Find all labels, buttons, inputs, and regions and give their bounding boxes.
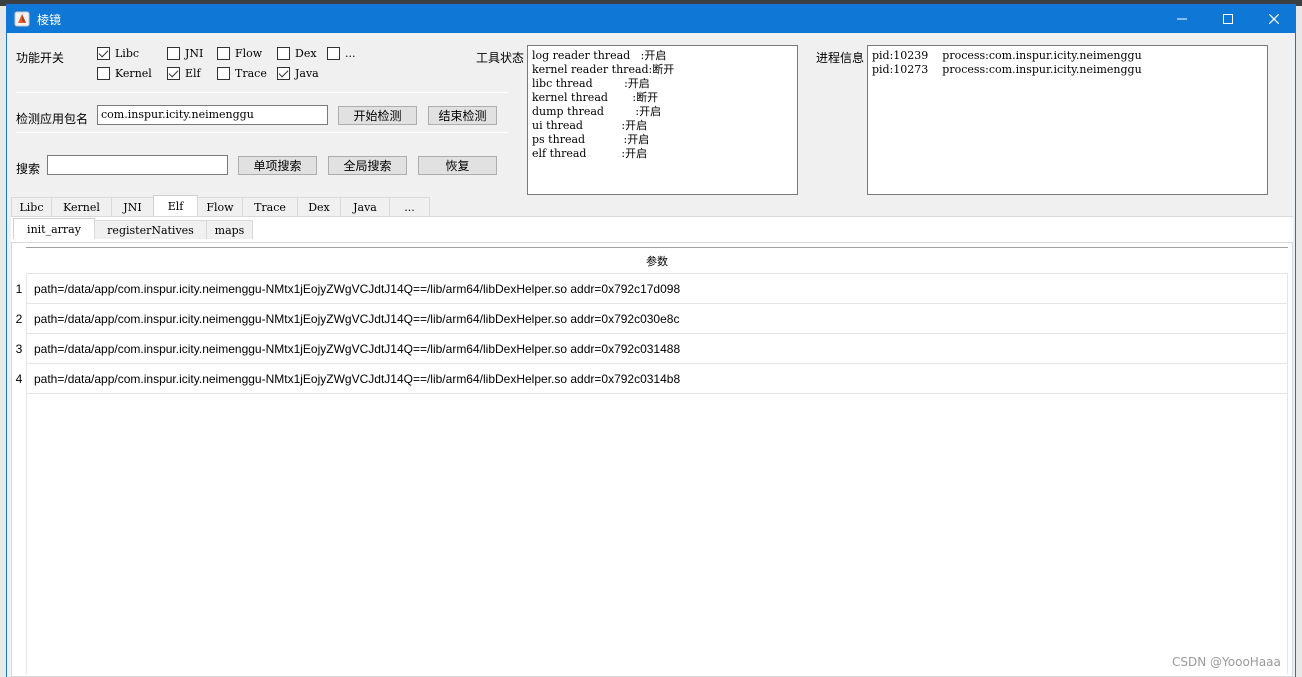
checkbox-box xyxy=(327,46,340,60)
process-line: pid:10239 process:com.inspur.icity.neime… xyxy=(872,49,1142,62)
maximize-button[interactable] xyxy=(1205,5,1251,33)
checkbox-box xyxy=(167,46,180,60)
tool-status-box[interactable]: log reader thread :开启 kernel reader threa… xyxy=(527,45,798,195)
main-tab-bar: Libc Kernel JNI Elf Flow Trace Dex Java … xyxy=(11,195,430,216)
feature-switch-label: 功能开关 xyxy=(16,51,65,65)
single-search-button[interactable]: 单项搜索 xyxy=(238,156,317,175)
watermark: CSDN @YoooHaaa xyxy=(1172,655,1281,669)
title-bar[interactable]: 棱镜 xyxy=(7,5,1295,33)
column-header-params[interactable]: 参数 xyxy=(26,247,1288,274)
tab-trace[interactable]: Trace xyxy=(242,197,298,216)
checkbox-box xyxy=(97,66,110,80)
checkbox-java[interactable]: Java xyxy=(277,65,319,81)
maximize-icon xyxy=(1223,14,1233,24)
tab-dex[interactable]: Dex xyxy=(297,197,341,216)
checkbox-box xyxy=(167,66,180,80)
minimize-icon xyxy=(1177,18,1187,20)
detect-package-label: 检测应用包名 xyxy=(16,112,89,126)
start-detect-button[interactable]: 开始检测 xyxy=(338,106,417,125)
app-logo-icon xyxy=(14,11,30,27)
tool-status-label: 工具状态 xyxy=(476,51,525,65)
status-line: kernel thread :断开 xyxy=(532,91,659,104)
row-number: 3 xyxy=(15,342,23,356)
checkbox-box xyxy=(277,46,290,60)
checkbox-libc[interactable]: Libc xyxy=(97,45,139,61)
row-number: 2 xyxy=(15,312,23,326)
tab-init-array[interactable]: init_array xyxy=(13,218,95,239)
checkbox-label: ... xyxy=(345,46,356,60)
tab-libc[interactable]: Libc xyxy=(11,197,52,216)
tab-kernel[interactable]: Kernel xyxy=(51,197,112,216)
status-line: ps thread :开启 xyxy=(532,133,650,146)
table-row[interactable]: path=/data/app/com.inspur.icity.neimengg… xyxy=(26,304,1288,334)
tab-elf[interactable]: Elf xyxy=(153,195,198,216)
tab-flow[interactable]: Flow xyxy=(197,197,243,216)
checkbox-more[interactable]: ... xyxy=(327,45,356,61)
checkbox-label: Kernel xyxy=(115,66,152,80)
minimize-button[interactable] xyxy=(1159,5,1205,33)
search-input[interactable] xyxy=(47,155,228,175)
tab-maps[interactable]: maps xyxy=(206,220,253,239)
checkbox-label: Elf xyxy=(185,66,201,80)
checkbox-elf[interactable]: Elf xyxy=(167,65,201,81)
checkbox-trace[interactable]: Trace xyxy=(217,65,267,81)
tab-jni[interactable]: JNI xyxy=(111,197,154,216)
main-content: 功能开关 Libc JNI Flow Dex ... Kernel Elf Tr… xyxy=(7,33,1295,677)
checkbox-box xyxy=(97,46,110,60)
checkbox-box xyxy=(217,46,230,60)
sub-tab-bar: init_array registerNatives maps xyxy=(13,218,253,239)
row-number: 4 xyxy=(15,372,23,386)
table-row[interactable]: path=/data/app/com.inspur.icity.neimengg… xyxy=(26,334,1288,364)
package-name-input[interactable]: com.inspur.icity.neimenggu xyxy=(97,105,328,125)
global-search-button[interactable]: 全局搜索 xyxy=(328,156,407,175)
checkbox-jni[interactable]: JNI xyxy=(167,45,203,61)
status-line: kernel reader thread:断开 xyxy=(532,63,675,76)
checkbox-kernel[interactable]: Kernel xyxy=(97,65,152,81)
checkbox-label: JNI xyxy=(185,46,204,60)
checkbox-box xyxy=(217,66,230,80)
checkbox-dex[interactable]: Dex xyxy=(277,45,317,61)
process-info-box[interactable]: pid:10239 process:com.inspur.icity.neime… xyxy=(867,45,1268,195)
close-button[interactable] xyxy=(1251,5,1297,33)
close-icon xyxy=(1269,14,1279,24)
results-table: 参数 1 path=/data/app/com.inspur.icity.nei… xyxy=(11,242,1293,677)
checkbox-label: Libc xyxy=(115,46,140,60)
tab-more[interactable]: ... xyxy=(389,197,430,216)
checkbox-box xyxy=(277,66,290,80)
table-row[interactable]: path=/data/app/com.inspur.icity.neimengg… xyxy=(26,364,1288,394)
process-info-label: 进程信息 xyxy=(816,51,865,65)
tab-java[interactable]: Java xyxy=(340,197,390,216)
status-line: dump thread :开启 xyxy=(532,105,662,118)
table-row[interactable]: path=/data/app/com.inspur.icity.neimengg… xyxy=(26,274,1288,304)
checkbox-flow[interactable]: Flow xyxy=(217,45,262,61)
checkbox-label: Java xyxy=(295,66,319,80)
checkbox-label: Flow xyxy=(235,46,263,60)
window-title: 棱镜 xyxy=(37,13,62,27)
row-number: 1 xyxy=(15,282,23,296)
status-line: log reader thread :开启 xyxy=(532,49,667,62)
divider xyxy=(16,132,508,133)
tab-register-natives[interactable]: registerNatives xyxy=(94,220,207,239)
process-line: pid:10273 process:com.inspur.icity.neime… xyxy=(872,63,1142,76)
search-label: 搜索 xyxy=(16,162,41,176)
background-right-edge xyxy=(1296,6,1302,677)
restore-button[interactable]: 恢复 xyxy=(418,156,497,175)
status-line: elf thread :开启 xyxy=(532,147,648,160)
divider xyxy=(16,92,508,93)
checkbox-label: Trace xyxy=(235,66,267,80)
checkbox-label: Dex xyxy=(295,46,317,60)
stop-detect-button[interactable]: 结束检测 xyxy=(428,106,497,125)
app-window: 棱镜 功能开关 Libc JNI Flow Dex ... Kernel Elf… xyxy=(6,4,1296,677)
status-line: ui thread :开启 xyxy=(532,119,648,132)
status-line: libc thread :开启 xyxy=(532,77,650,90)
